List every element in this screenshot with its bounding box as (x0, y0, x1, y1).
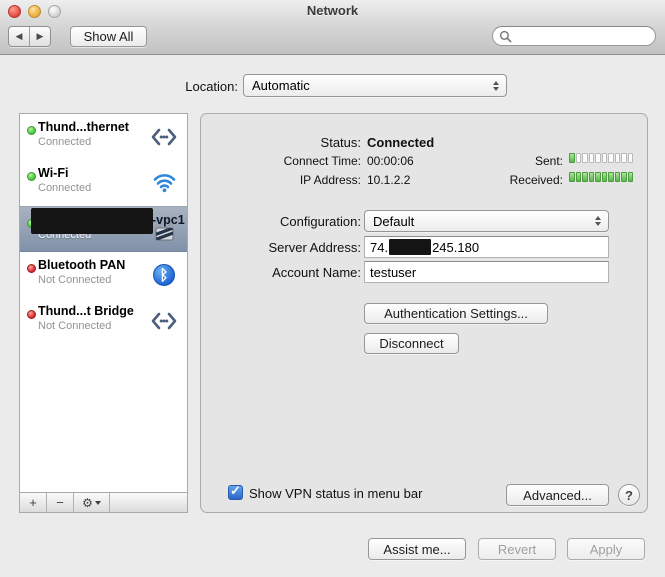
status-dot (27, 126, 36, 135)
meter-segment (576, 153, 582, 163)
meter-segment (608, 172, 614, 182)
status-value: Connected (367, 135, 434, 150)
meter-segment (582, 172, 588, 182)
account-name-field[interactable]: testuser (364, 261, 609, 283)
show-all-button[interactable]: Show All (70, 26, 147, 47)
status-label: Status: (201, 135, 361, 150)
service-row[interactable]: Wi-Fi Connected (20, 160, 187, 206)
status-dot (27, 310, 36, 319)
ip-address-label: IP Address: (201, 173, 361, 187)
gear-icon: ⚙ (82, 496, 93, 510)
meter-segment (569, 153, 575, 163)
meter-segment (615, 172, 621, 182)
service-actions-button[interactable]: ⚙ (74, 493, 110, 512)
toolbar: ◀ ▶ Show All (0, 22, 665, 55)
meter-segment (589, 172, 595, 182)
bluetooth-icon: ᛒ (149, 261, 179, 289)
meter-segment (615, 153, 621, 163)
server-address-suffix: 245.180 (432, 240, 479, 255)
redaction-box (389, 239, 431, 255)
connect-time-value: 00:00:06 (367, 154, 414, 168)
service-row[interactable]: -vpc1 Connected (20, 206, 187, 252)
meter-segment (621, 153, 627, 163)
detail-pane: Status: Connected Connect Time: 00:00:06… (200, 113, 648, 513)
bluetooth-icon: ᛒ (153, 264, 175, 286)
ip-address-value: 10.1.2.2 (367, 173, 410, 187)
advanced-button[interactable]: Advanced... (506, 484, 609, 506)
configuration-label: Configuration: (201, 214, 361, 229)
ethernet-icon (149, 123, 179, 151)
assist-me-button[interactable]: Assist me... (368, 538, 466, 560)
chevron-down-icon (95, 501, 101, 505)
back-button[interactable]: ◀ (9, 27, 30, 46)
service-row[interactable]: Thund...thernet Connected (20, 114, 187, 160)
location-label: Location: (110, 79, 238, 94)
connect-time-label: Connect Time: (201, 154, 361, 168)
network-services-sidebar: Thund...thernet Connected Wi-Fi Connecte… (19, 113, 188, 513)
account-name-value: testuser (370, 265, 416, 280)
forward-icon: ▶ (37, 31, 44, 42)
show-vpn-status-checkbox[interactable]: ✓ (228, 485, 243, 500)
meter-segment (602, 153, 608, 163)
meter-segment (589, 153, 595, 163)
popup-stepper-icon (593, 211, 603, 231)
search-input[interactable] (492, 26, 656, 46)
server-address-label: Server Address: (201, 240, 361, 255)
location-value: Automatic (252, 78, 310, 93)
help-button[interactable]: ? (618, 484, 640, 506)
received-meter (569, 172, 633, 182)
title-bar: Network (0, 0, 665, 22)
meter-segment (621, 172, 627, 182)
back-icon: ◀ (16, 31, 23, 42)
meter-segment (576, 172, 582, 182)
server-address-field[interactable]: 74. 245.180 (364, 236, 609, 258)
status-dot (27, 264, 36, 273)
sidebar-footer: + − ⚙ (20, 492, 187, 512)
account-name-label: Account Name: (201, 265, 361, 280)
nav-buttons: ◀ ▶ (8, 26, 51, 47)
apply-button[interactable]: Apply (567, 538, 645, 560)
show-vpn-status-label: Show VPN status in menu bar (249, 486, 422, 501)
meter-segment (582, 153, 588, 163)
add-service-button[interactable]: + (20, 493, 47, 512)
popup-stepper-icon (491, 75, 501, 96)
configuration-value: Default (373, 214, 414, 229)
wifi-icon (149, 169, 179, 197)
meter-segment (628, 153, 634, 163)
status-dot (27, 172, 36, 181)
meter-segment (608, 153, 614, 163)
revert-button[interactable]: Revert (478, 538, 556, 560)
forward-button[interactable]: ▶ (30, 27, 50, 46)
search-icon (499, 30, 512, 43)
redaction-box (31, 208, 153, 234)
authentication-settings-button[interactable]: Authentication Settings... (364, 303, 548, 324)
location-popup[interactable]: Automatic (243, 74, 507, 97)
meter-segment (602, 172, 608, 182)
sent-label: Sent: (473, 154, 563, 168)
configuration-popup[interactable]: Default (364, 210, 609, 232)
disconnect-button[interactable]: Disconnect (364, 333, 459, 354)
server-address-prefix: 74. (370, 240, 388, 255)
bridge-icon (149, 307, 179, 335)
service-row[interactable]: Thund...t Bridge Not Connected (20, 298, 187, 344)
meter-segment (595, 172, 601, 182)
meter-segment (628, 172, 634, 182)
window-title: Network (0, 3, 665, 18)
meter-segment (595, 153, 601, 163)
meter-segment (569, 172, 575, 182)
service-row[interactable]: Bluetooth PAN Not Connected ᛒ (20, 252, 187, 298)
received-label: Received: (473, 173, 563, 187)
sent-meter (569, 153, 633, 163)
checkmark-icon: ✓ (230, 483, 241, 498)
service-list: Thund...thernet Connected Wi-Fi Connecte… (20, 114, 187, 492)
remove-service-button[interactable]: − (47, 493, 74, 512)
